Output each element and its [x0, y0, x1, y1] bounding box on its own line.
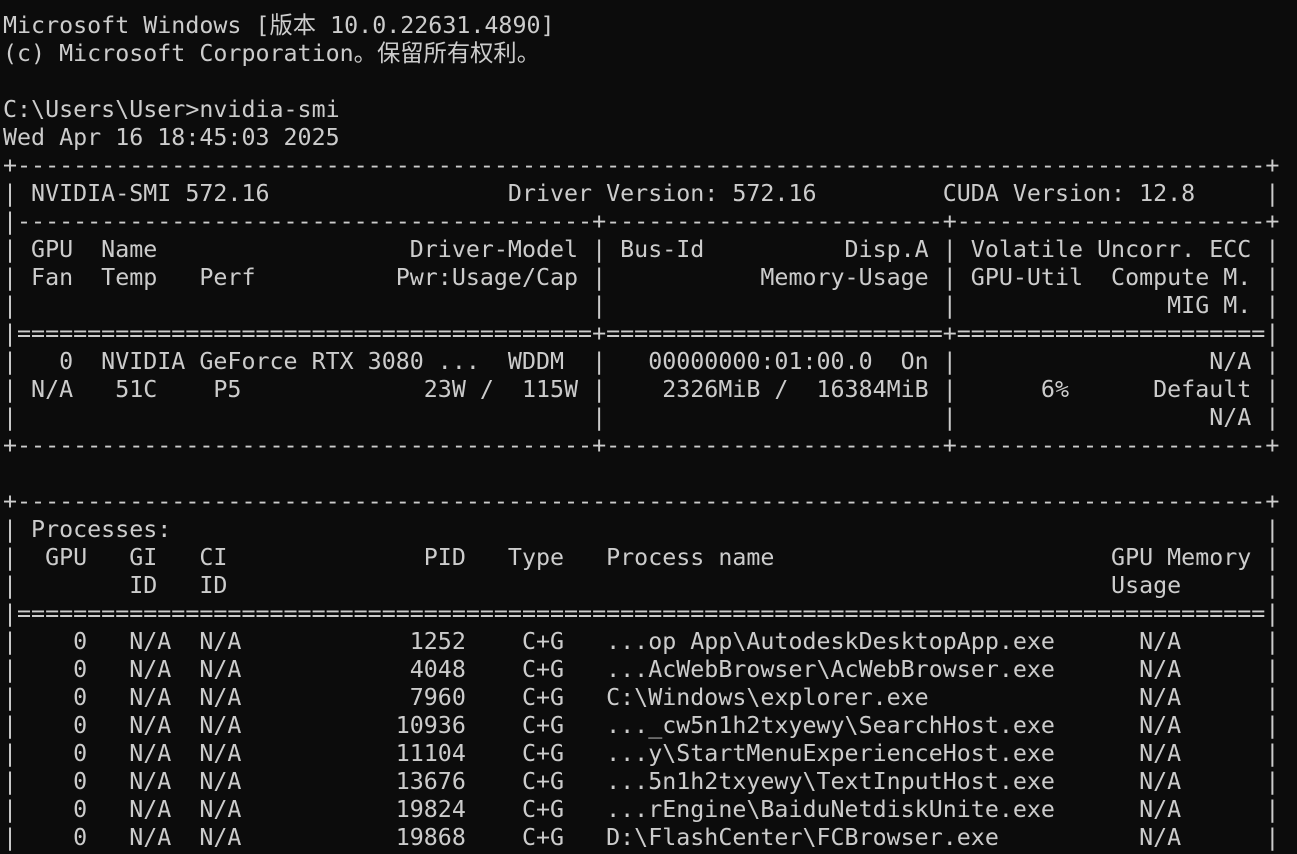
process-row: | 0 N/A N/A 10936 C+G ..._cw5n1h2txyewy\…: [3, 712, 1280, 739]
terminal-window[interactable]: Microsoft Windows [版本 10.0.22631.4890] (…: [0, 0, 1297, 854]
gpu-data-row: | 0 NVIDIA GeForce RTX 3080 ... WDDM | 0…: [3, 348, 1280, 375]
gpu-data-row: | N/A 51C P5 23W / 115W | 2326MiB / 1638…: [3, 376, 1280, 403]
process-row: | 0 N/A N/A 19868 C+G D:\FlashCenter\FCB…: [3, 824, 1280, 851]
processes-header-row: | ID ID Usage |: [3, 572, 1280, 599]
process-row: | 0 N/A N/A 13676 C+G ...5n1h2txyewy\Tex…: [3, 768, 1280, 795]
process-row: | 0 N/A N/A 11104 C+G ...y\StartMenuExpe…: [3, 740, 1280, 767]
process-row: | 0 N/A N/A 1252 C+G ...op App\AutodeskD…: [3, 628, 1280, 655]
processes-header-row: | GPU GI CI PID Type Process name GPU Me…: [3, 544, 1280, 571]
process-row: | 0 N/A N/A 7960 C+G C:\Windows\explorer…: [3, 684, 1280, 711]
header-copyright: (c) Microsoft Corporation。保留所有权利。: [3, 40, 541, 67]
gpu-header-row: | Fan Temp Perf Pwr:Usage/Cap | Memory-U…: [3, 264, 1280, 291]
table-border: |---------------------------------------…: [3, 208, 1280, 235]
table-separator: |=======================================…: [3, 600, 1280, 627]
table-separator: |=======================================…: [3, 320, 1280, 347]
header-os-version: Microsoft Windows [版本 10.0.22631.4890]: [3, 12, 555, 39]
smi-version-row: | NVIDIA-SMI 572.16 Driver Version: 572.…: [3, 180, 1280, 207]
table-border: +---------------------------------------…: [3, 432, 1280, 459]
gpu-header-row: | GPU Name Driver-Model | Bus-Id Disp.A …: [3, 236, 1280, 263]
gpu-header-row: | | | MIG M. |: [3, 292, 1280, 319]
table-border: +---------------------------------------…: [3, 152, 1280, 179]
gpu-data-row: | | | N/A |: [3, 404, 1280, 431]
command-prompt: C:\Users\User>nvidia-smi: [3, 96, 340, 123]
table-border: +---------------------------------------…: [3, 488, 1280, 515]
process-row: | 0 N/A N/A 4048 C+G ...AcWebBrowser\AcW…: [3, 656, 1280, 683]
process-row: | 0 N/A N/A 19824 C+G ...rEngine\BaiduNe…: [3, 796, 1280, 823]
timestamp: Wed Apr 16 18:45:03 2025: [3, 124, 340, 151]
processes-title: | Processes: |: [3, 516, 1280, 543]
